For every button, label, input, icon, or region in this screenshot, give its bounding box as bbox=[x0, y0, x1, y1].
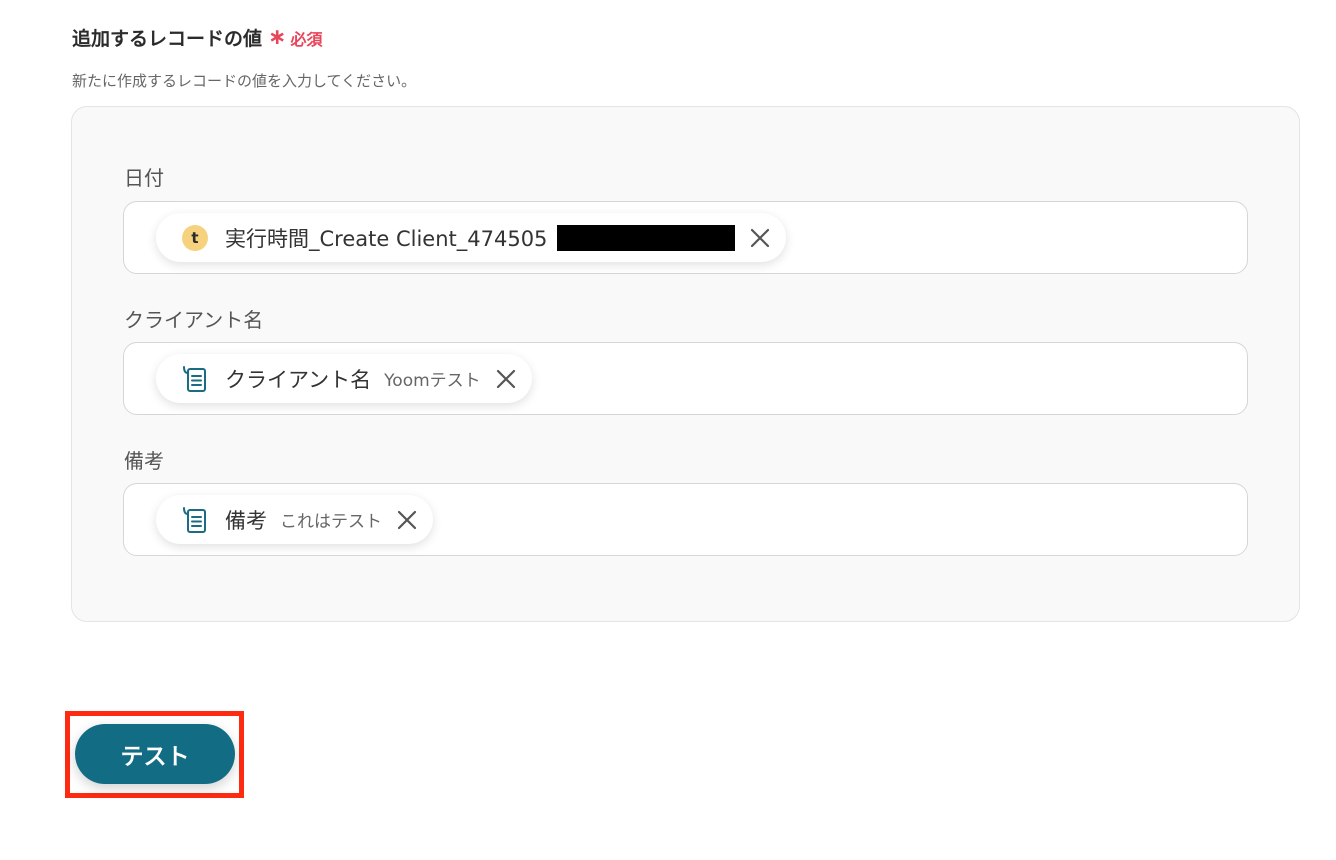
client-name-field[interactable]: クライアント名 Yoomテスト bbox=[123, 342, 1248, 415]
chip-value: Yoomテスト bbox=[384, 371, 481, 391]
close-icon[interactable] bbox=[395, 508, 419, 532]
variable-chip-client-name[interactable]: クライアント名 Yoomテスト bbox=[156, 354, 532, 403]
document-list-icon bbox=[182, 365, 208, 392]
chip-value: これはテスト bbox=[280, 512, 382, 532]
section-title-text: 追加するレコードの値 bbox=[72, 28, 263, 50]
chip-name: 備考 bbox=[225, 508, 267, 533]
redacted-value bbox=[557, 224, 736, 251]
section-description: 新たに作成するレコードの値を入力してください。 bbox=[72, 72, 417, 90]
close-icon[interactable] bbox=[494, 367, 518, 391]
document-list-icon bbox=[182, 506, 208, 533]
field-label-notes: 備考 bbox=[124, 449, 164, 473]
date-field[interactable]: t 実行時間_Create Client_474505 bbox=[123, 201, 1248, 274]
field-label-date: 日付 bbox=[124, 166, 164, 190]
test-button[interactable]: テスト bbox=[75, 724, 235, 784]
section-title: 追加するレコードの値 ∗ 必須 bbox=[72, 24, 322, 51]
required-asterisk: ∗ bbox=[268, 24, 287, 50]
chip-name: クライアント名 bbox=[225, 367, 372, 392]
required-label: 必須 bbox=[290, 29, 323, 49]
variable-chip-notes[interactable]: 備考 これはテスト bbox=[156, 495, 433, 544]
chip-name: 実行時間_Create Client_474505 bbox=[225, 226, 548, 251]
notes-field[interactable]: 備考 これはテスト bbox=[123, 483, 1248, 556]
field-label-client-name: クライアント名 bbox=[124, 308, 264, 332]
close-icon[interactable] bbox=[748, 226, 772, 250]
variable-chip-execution-time[interactable]: t 実行時間_Create Client_474505 bbox=[156, 213, 787, 262]
t-badge-icon: t bbox=[182, 224, 208, 251]
